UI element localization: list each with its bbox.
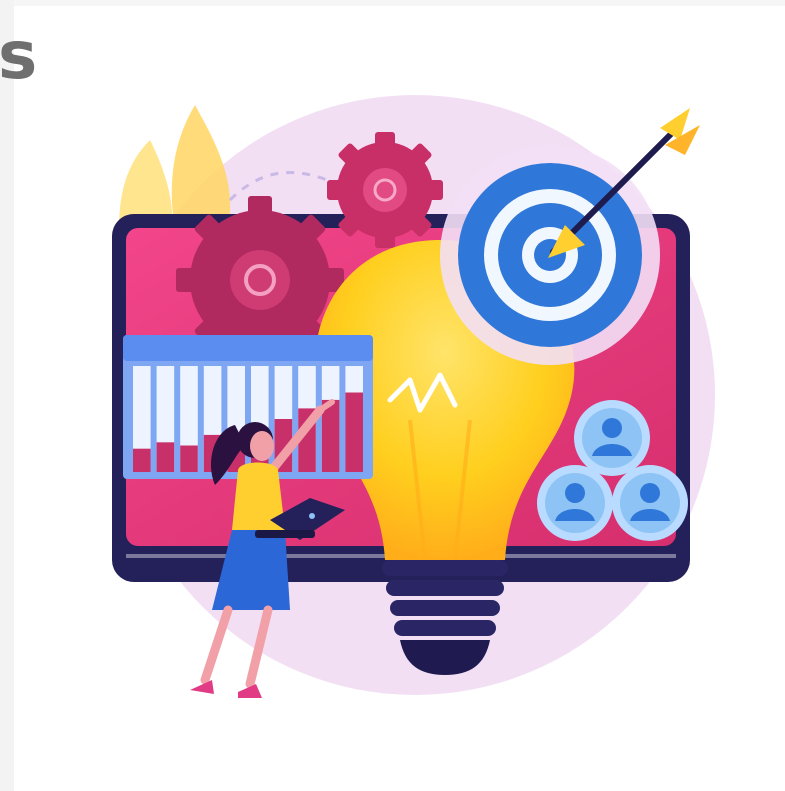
strategy-illustration <box>112 95 715 698</box>
gear-small-icon <box>327 132 443 248</box>
chart-bar <box>345 392 363 472</box>
avatar-badge-top <box>574 400 650 476</box>
avatar-badge-left <box>537 465 613 541</box>
chart-bar <box>180 445 198 472</box>
chart-bar <box>133 448 151 472</box>
chart-bar <box>156 442 175 472</box>
avatar-badge-right <box>612 465 688 541</box>
bar-chart-panel <box>123 335 373 479</box>
